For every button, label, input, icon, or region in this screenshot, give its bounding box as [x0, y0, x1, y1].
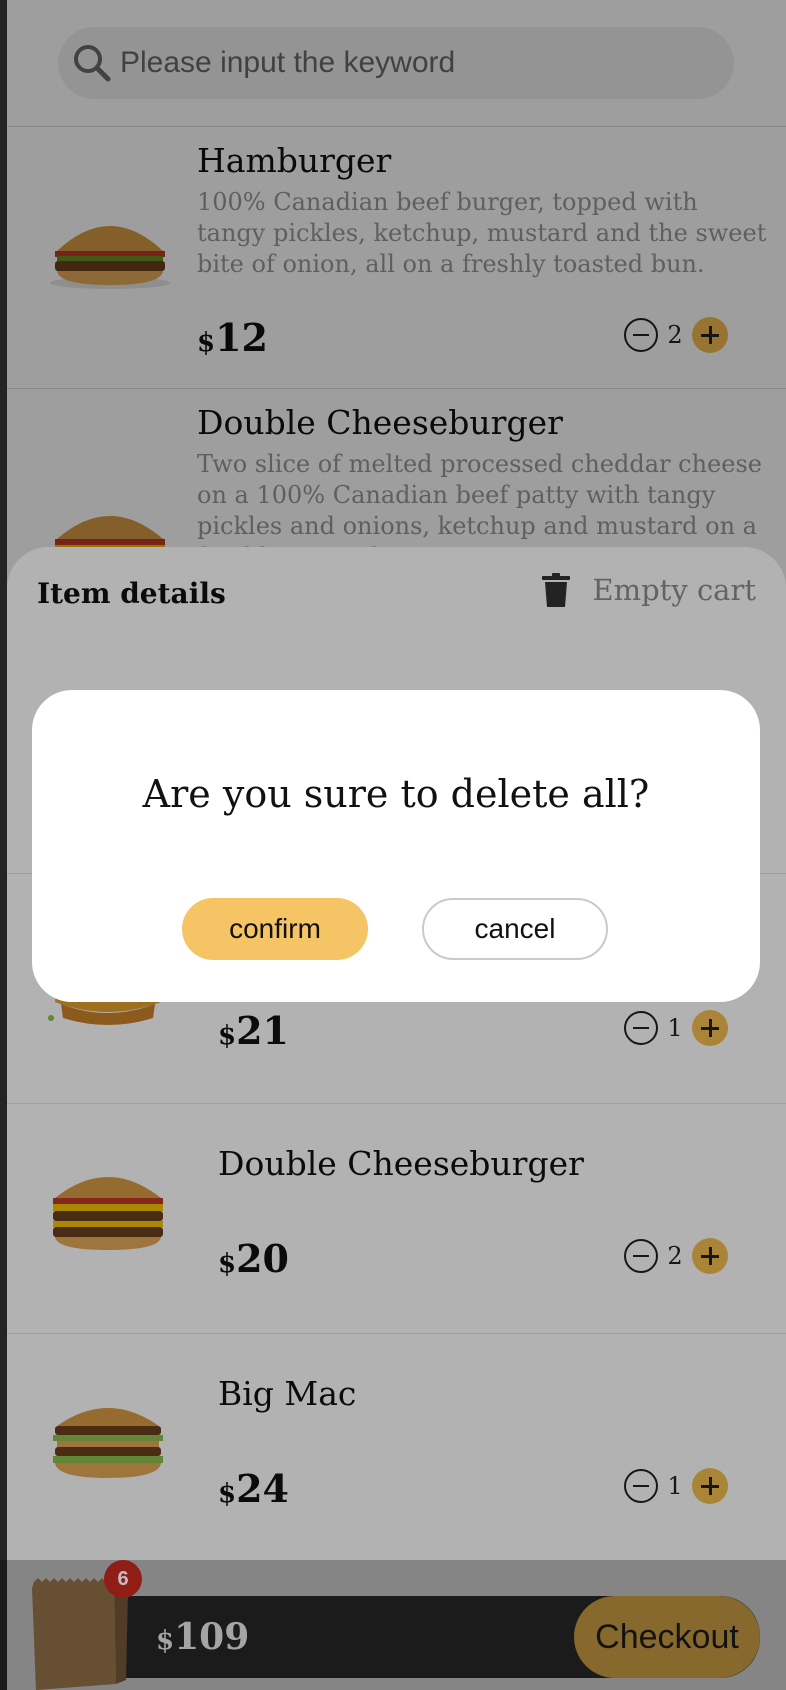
cart-bottom-bar: $109 Checkout 6 [0, 1560, 786, 1690]
app-frame: Hamburger 100% Canadian beef burger, top… [0, 0, 786, 1690]
bar-overlay [0, 1560, 786, 1690]
dialog-message: Are you sure to delete all? [142, 772, 650, 816]
confirm-button[interactable]: confirm [182, 898, 368, 960]
cancel-button[interactable]: cancel [422, 898, 608, 960]
confirm-dialog: Are you sure to delete all? confirm canc… [32, 690, 760, 1002]
